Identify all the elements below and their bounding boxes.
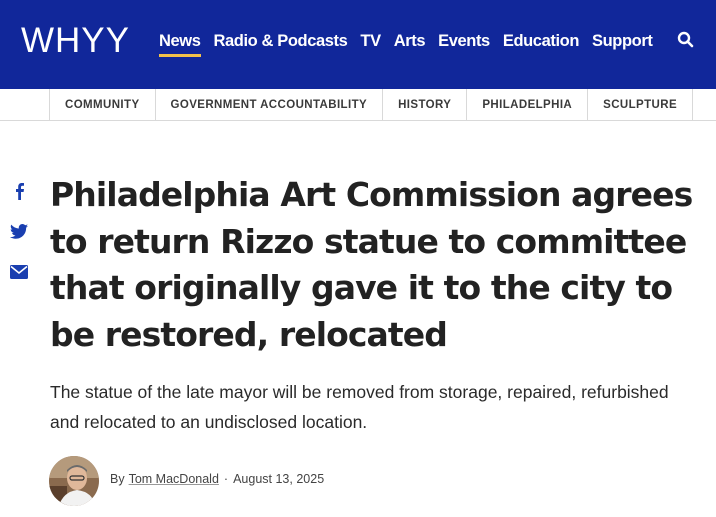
article-byline: By Tom MacDonald · August 13, 2025 bbox=[110, 472, 324, 486]
article-dek: The statue of the late mayor will be rem… bbox=[50, 382, 669, 432]
site-logo[interactable]: WHYY bbox=[21, 21, 130, 61]
site-header: WHYY News Radio & Podcasts TV Arts Event… bbox=[0, 0, 716, 89]
nav-item-education[interactable]: Education bbox=[503, 30, 580, 52]
author-link[interactable]: Tom MacDonald bbox=[129, 472, 219, 486]
tag-government-accountability[interactable]: GOVERNMENT ACCOUNTABILITY bbox=[154, 89, 383, 121]
byline-separator: · bbox=[223, 472, 229, 486]
nav-item-support[interactable]: Support bbox=[592, 30, 653, 52]
twitter-icon[interactable] bbox=[9, 221, 29, 241]
tag-philadelphia[interactable]: PHILADELPHIA bbox=[466, 89, 587, 121]
nav-item-news[interactable]: News bbox=[159, 30, 201, 57]
publish-date: August 13, 2025 bbox=[233, 472, 325, 486]
facebook-icon[interactable] bbox=[9, 181, 29, 201]
byline-prefix: By bbox=[110, 472, 125, 486]
author-avatar[interactable] bbox=[49, 456, 99, 506]
email-icon[interactable] bbox=[9, 262, 29, 282]
nav-item-tv[interactable]: TV bbox=[360, 30, 381, 52]
tag-community[interactable]: COMMUNITY bbox=[49, 89, 155, 121]
nav-item-radio-podcasts[interactable]: Radio & Podcasts bbox=[214, 30, 348, 52]
tag-history[interactable]: HISTORY bbox=[382, 89, 466, 121]
topic-tag-bar: COMMUNITY GOVERNMENT ACCOUNTABILITY HIST… bbox=[0, 89, 716, 121]
search-icon[interactable] bbox=[677, 31, 695, 49]
nav-item-arts[interactable]: Arts bbox=[394, 30, 426, 52]
article-headline: Philadelphia Art Commission agrees to re… bbox=[50, 175, 693, 354]
main-nav: News Radio & Podcasts TV Arts Events Edu… bbox=[159, 30, 665, 57]
tag-sculpture[interactable]: SCULPTURE bbox=[587, 89, 694, 121]
nav-item-events[interactable]: Events bbox=[438, 30, 490, 52]
